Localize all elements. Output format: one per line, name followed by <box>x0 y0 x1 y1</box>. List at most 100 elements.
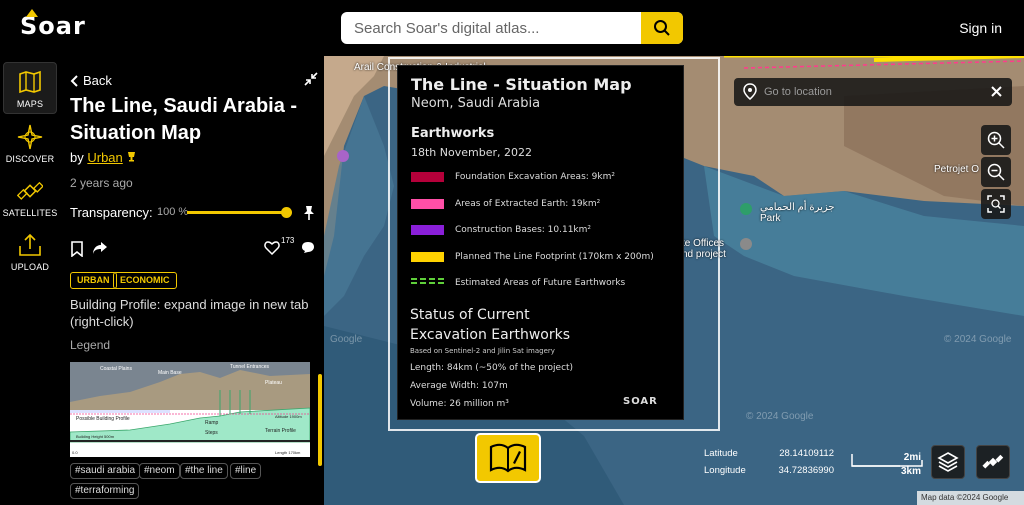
legend-swatch-extracted <box>411 199 444 209</box>
status-width: Average Width: 107m <box>410 381 508 391</box>
soar-logo[interactable]: Soar <box>20 9 86 40</box>
zoom-in-button[interactable] <box>981 125 1011 155</box>
legend-text-height: Building Height 500m <box>76 434 115 439</box>
hashtag-neom[interactable]: #neom <box>139 463 180 479</box>
nav-item-upload[interactable]: UPLOAD <box>3 224 57 276</box>
legend-text-coastal: Coastal Plains <box>100 366 132 372</box>
legend-text-mainbase: Main Base <box>158 370 182 376</box>
satellite-button[interactable] <box>976 445 1010 479</box>
zoom-out-icon <box>987 163 1005 181</box>
back-button[interactable]: Back <box>70 73 112 88</box>
tag-urban[interactable]: URBAN <box>70 272 117 289</box>
nav-label-upload: UPLOAD <box>10 262 50 272</box>
legend-label-foundation: Foundation Excavation Areas: 9km² <box>455 172 615 182</box>
situation-map-overlay: The Line - Situation Map Neom, Saudi Ara… <box>397 65 684 420</box>
byline: by Urban <box>70 150 137 165</box>
legend-profile-image[interactable]: Coastal Plains Main Base Tunnel Entrance… <box>70 362 310 457</box>
back-label: Back <box>83 73 112 88</box>
logo-triangle-icon <box>26 9 38 17</box>
scale-km: 3km <box>900 466 921 477</box>
left-nav: MAPS DISCOVER SATELLITES UPLOAD <box>0 56 60 505</box>
legend-label-extracted: Areas of Extracted Earth: 19km² <box>455 199 601 209</box>
map-scale: 2mi 3km <box>850 452 925 480</box>
status-source: Based on Sentinel-2 and Jilin Sat imager… <box>410 347 555 355</box>
upload-icon <box>19 233 41 256</box>
map-label-project: nd project <box>682 249 726 260</box>
earthworks-date: 18th November, 2022 <box>411 146 532 159</box>
map-attribution: Map data ©2024 Google <box>917 491 1024 505</box>
map-label-offices: te Offices <box>682 238 725 249</box>
close-icon[interactable] <box>991 86 1002 97</box>
nav-item-discover[interactable]: DISCOVER <box>3 116 57 168</box>
like-count: 173 <box>281 236 295 245</box>
heart-icon[interactable] <box>264 240 280 255</box>
map-title: The Line, Saudi Arabia - Situation Map <box>70 95 298 144</box>
location-search-icon <box>743 83 757 100</box>
map-description: Building Profile: expand image in new ta… <box>70 297 309 329</box>
layers-icon <box>937 452 959 472</box>
tag-economic[interactable]: ECONOMIC <box>113 272 177 289</box>
legend-swatch-footprint <box>411 252 444 262</box>
legend-text-terrain: Terrain Profile <box>265 428 296 434</box>
legend-text-tunnel: Tunnel Entrances <box>230 364 270 370</box>
zoom-out-button[interactable] <box>981 157 1011 187</box>
go-to-location-bar <box>734 78 1012 106</box>
hashtag-saudi-arabia[interactable]: #saudi arabia <box>70 463 141 479</box>
hashtag-the-line[interactable]: #the line <box>180 463 228 479</box>
map-details-sidebar: Back The Line, Saudi Arabia - Situation … <box>60 56 324 505</box>
map-label-park: Park <box>760 213 781 224</box>
collapse-icon[interactable] <box>304 72 318 86</box>
longitude-label: Longitude <box>704 465 746 476</box>
map-label-arabic-island: جزيرة أم الحمامي <box>760 202 835 213</box>
app-root: Soar Sign in MAPS DISCOVER SATELLITES UP… <box>0 0 1024 505</box>
search-input[interactable] <box>341 12 641 44</box>
search-button[interactable] <box>641 12 683 44</box>
author-link[interactable]: Urban <box>87 150 122 165</box>
nav-label-maps: MAPS <box>16 99 44 109</box>
transparency-slider-handle[interactable] <box>281 207 292 218</box>
legend-label-future: Estimated Areas of Future Earthworks <box>455 278 626 288</box>
latitude-label: Latitude <box>704 448 738 459</box>
share-icon[interactable] <box>92 241 108 255</box>
transparency-slider-track[interactable] <box>187 211 287 214</box>
top-bar: Soar Sign in <box>0 0 1024 56</box>
nav-item-maps[interactable]: MAPS <box>3 62 57 114</box>
pin-icon[interactable] <box>302 205 316 221</box>
legend-label-footprint: Planned The Line Footprint (170km x 200m… <box>455 252 654 262</box>
compass-icon <box>17 124 43 150</box>
sidebar-scrollbar[interactable] <box>318 374 322 466</box>
bookmark-icon[interactable] <box>70 241 84 257</box>
layers-button[interactable] <box>931 445 965 479</box>
nav-item-satellites[interactable]: SATELLITES <box>3 170 57 222</box>
zoom-to-extent-button[interactable] <box>981 189 1011 219</box>
status-length: Length: 84km (~50% of the project) <box>410 363 574 373</box>
longitude-value: 34.72836990 <box>778 465 834 476</box>
latitude-value: 28.14109112 <box>779 448 834 459</box>
nav-label-discover: DISCOVER <box>5 154 55 164</box>
legend-swatch-foundation <box>411 172 444 182</box>
comment-icon[interactable] <box>301 241 315 254</box>
status-volume: Volume: 26 million m³ <box>410 399 509 409</box>
zoom-in-icon <box>987 131 1005 149</box>
legend-text-plateau: Plateau <box>265 380 282 386</box>
legend-swatch-bases <box>411 225 444 235</box>
terrain-profile-graphic: Coastal Plains Main Base Tunnel Entrance… <box>70 362 310 457</box>
status-heading-2: Excavation Earthworks <box>410 327 571 343</box>
legend-label-bases: Construction Bases: 10.11km² <box>455 225 592 235</box>
go-to-location-input[interactable] <box>764 78 964 106</box>
hashtag-terraforming[interactable]: #terraforming <box>70 483 140 499</box>
legend-text-building: Possible Building Profile <box>76 416 130 422</box>
situation-map-title: The Line - Situation Map <box>411 75 632 94</box>
open-book-icon <box>489 443 527 473</box>
hashtag-line[interactable]: #line <box>230 463 262 479</box>
legend-text-length: Length 170km <box>275 450 301 455</box>
situation-map-subtitle: Neom, Saudi Arabia <box>411 96 541 111</box>
map-story-button[interactable] <box>475 433 541 483</box>
upload-age: 2 years ago <box>70 176 133 190</box>
sign-in-link[interactable]: Sign in <box>959 20 1002 36</box>
search-bar <box>341 12 683 44</box>
legend-text-origin: 0.0 <box>72 450 78 455</box>
byline-prefix: by <box>70 150 84 165</box>
earthworks-heading: Earthworks <box>411 126 495 141</box>
legend-text-steps: Steps <box>205 430 218 436</box>
